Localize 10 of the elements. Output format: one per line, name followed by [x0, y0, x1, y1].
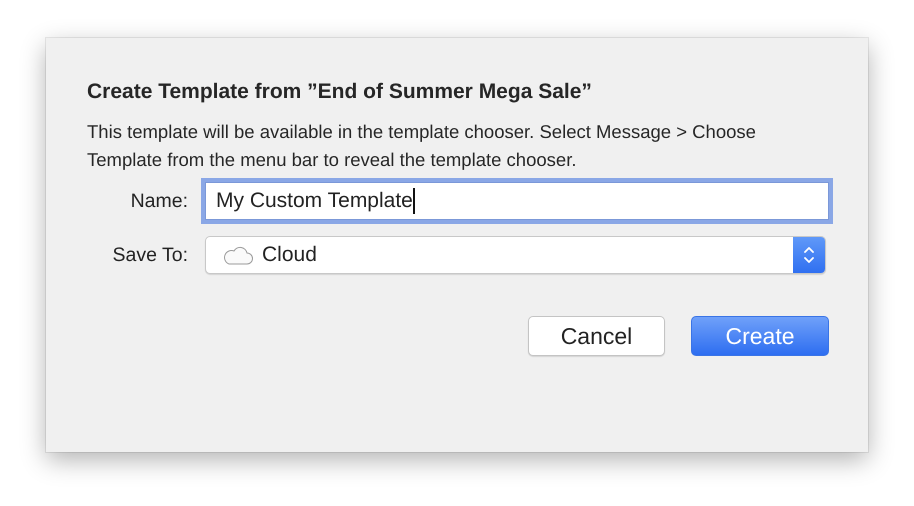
save-location-popup[interactable]: Cloud	[205, 236, 826, 274]
cancel-button[interactable]: Cancel	[528, 316, 665, 356]
text-cursor	[412, 188, 415, 214]
field-label: Save To:	[111, 244, 188, 266]
cloud-icon	[222, 245, 254, 265]
chevron-updown-icon	[793, 237, 825, 273]
dialog-title: Create Template from ”End of Summer Mega Sale”	[87, 80, 593, 104]
field-label: Name:	[130, 190, 188, 212]
create-button[interactable]: Create	[691, 316, 829, 356]
dialog-message: This template will be available in the template chooser. Select Message > Choose Template from the menu bar to reveal the template chooser.	[87, 120, 757, 172]
